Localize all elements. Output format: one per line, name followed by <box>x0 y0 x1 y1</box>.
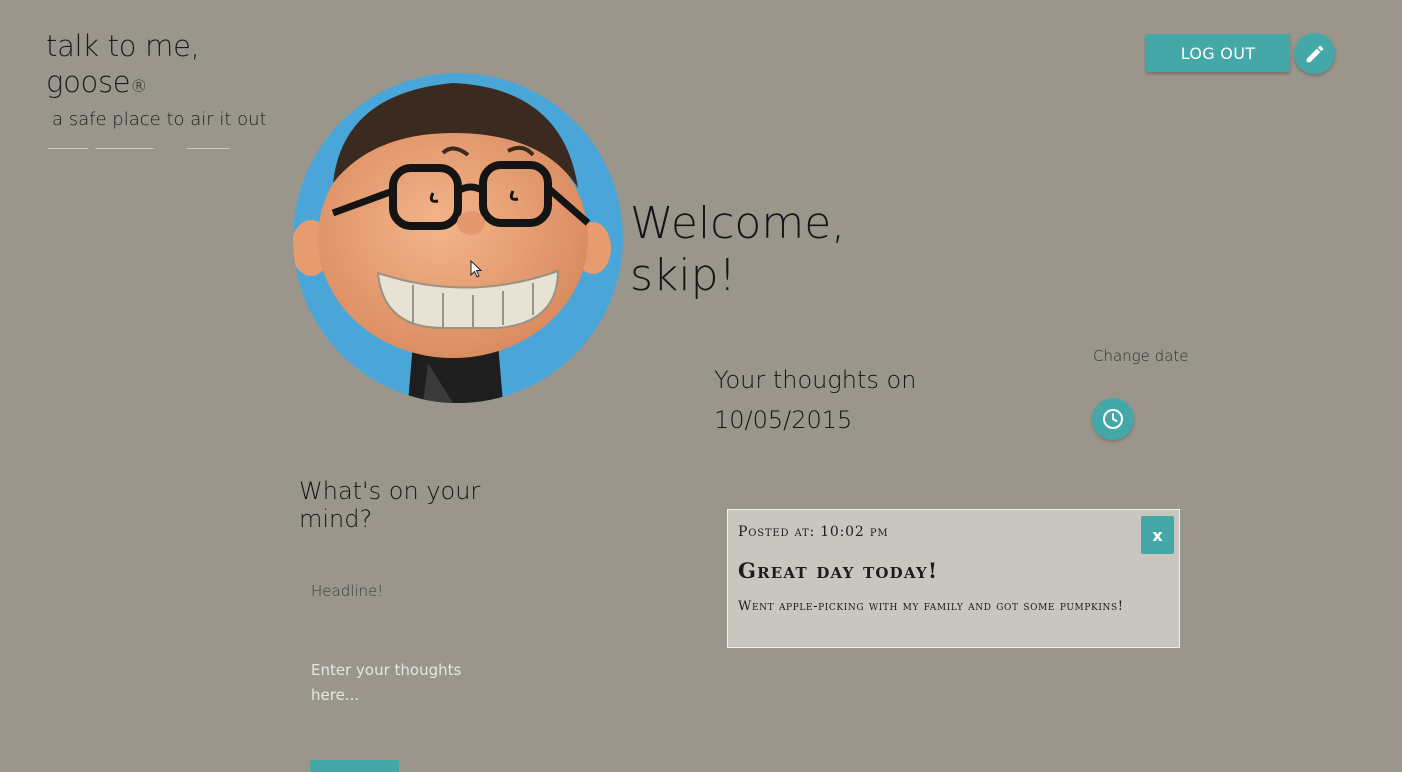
brand-divider <box>48 148 230 149</box>
brand: talk to me, goose® a safe place to air i… <box>46 28 286 149</box>
brand-name: talk to me, goose® <box>46 28 286 105</box>
app-page: talk to me, goose® a safe place to air i… <box>0 0 1402 772</box>
brand-name-text: talk to me, goose <box>46 29 200 99</box>
delete-post-button[interactable]: x <box>1141 516 1174 554</box>
mouse-cursor-icon <box>470 260 483 278</box>
avatar <box>293 73 623 403</box>
post-timestamp: Posted at: 10:02 pm <box>738 524 889 540</box>
post-body: Went apple-picking with my family and go… <box>738 599 1124 614</box>
welcome-heading: Welcome, skip! <box>630 198 846 301</box>
registered-mark: ® <box>130 77 148 97</box>
submit-button[interactable] <box>310 760 399 772</box>
clock-icon <box>1103 409 1123 429</box>
compose-heading: What's on your mind? <box>299 477 481 533</box>
avatar-image <box>293 73 623 403</box>
post-card: Posted at: 10:02 pm Great day today! Wen… <box>727 509 1180 648</box>
brand-tagline: a safe place to air it out <box>52 109 267 130</box>
pencil-icon <box>1306 45 1323 62</box>
edit-button[interactable] <box>1294 33 1335 74</box>
change-date-button[interactable] <box>1092 398 1134 440</box>
thoughts-date-title: Your thoughts on 10/05/2015 <box>714 366 917 434</box>
thoughts-textarea[interactable] <box>299 658 523 718</box>
headline-input[interactable] <box>299 574 533 608</box>
change-date-label: Change date <box>1093 347 1189 365</box>
logout-button[interactable]: LOG OUT <box>1146 34 1290 72</box>
post-title: Great day today! <box>738 558 939 583</box>
